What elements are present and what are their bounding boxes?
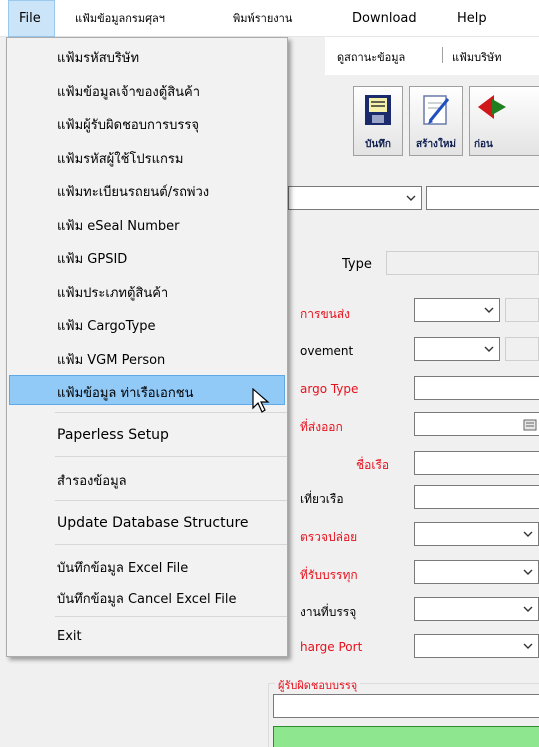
packing-responsible-field[interactable]: [273, 694, 539, 718]
packing-combo[interactable]: [414, 597, 539, 621]
menu-item-container-type[interactable]: แฟ้มประเภทตู้สินค้า: [9, 275, 285, 305]
chevron-down-icon: [523, 643, 533, 649]
group-title: ผู้รับผิดชอบบรรจุ: [275, 676, 361, 694]
status-bar: [273, 726, 539, 747]
cargo-type-field[interactable]: [414, 376, 539, 400]
menu-item-cargotype[interactable]: แฟ้ม CargoType: [9, 308, 285, 338]
menu-download[interactable]: Download: [352, 0, 417, 37]
voyage-field[interactable]: [414, 485, 539, 509]
packing-responsible-group: ผู้รับผิดชอบบรรจุ: [268, 676, 539, 747]
transport-combo[interactable]: [414, 298, 500, 322]
loading-label: ที่รับบรรทุก: [300, 568, 358, 582]
top-combo[interactable]: [288, 186, 422, 210]
new-button[interactable]: สร้างใหม่: [409, 86, 463, 156]
discharge-port-combo[interactable]: [414, 634, 539, 658]
cargo-type-label: argo Type: [300, 382, 359, 396]
menu-item-eseal-number[interactable]: แฟ้ม eSeal Number: [9, 208, 285, 238]
movement-desc-field: [505, 337, 539, 361]
main-toolbar: บันทึก สร้างใหม่ ก่อน: [325, 80, 539, 158]
menu-file[interactable]: File: [8, 0, 55, 37]
chevron-down-icon: [523, 531, 533, 537]
menu-item-container-owner[interactable]: แฟ้มข้อมูลเจ้าของตู้สินค้า: [9, 74, 285, 104]
menu-item-user-codes[interactable]: แฟ้มรหัสผู้ใช้โปรแกรม: [9, 141, 285, 171]
type-field: [386, 251, 539, 275]
chevron-down-icon: [484, 307, 494, 313]
menu-item-vehicle-registry[interactable]: แฟ้มทะเบียนรถยนต์/รถพ่วง: [9, 174, 285, 204]
status-link[interactable]: ดูสถานะข้อมูล: [337, 48, 405, 66]
chevron-down-icon: [523, 569, 533, 575]
departure-label: ที่ส่งออก: [300, 420, 343, 434]
departure-field[interactable]: [414, 412, 539, 436]
menu-item-company-codes[interactable]: แฟ้มรหัสบริษัท: [9, 40, 285, 70]
menu-item-exit[interactable]: Exit: [9, 622, 285, 652]
menu-separator: [55, 544, 287, 545]
voyage-label: เที่ยวเรือ: [300, 492, 344, 506]
menu-item-packing-responsible[interactable]: แฟ้มผู้รับผิดชอบการบรรจุ: [9, 107, 285, 137]
menu-separator: [55, 500, 287, 501]
file-menu-dropdown: แฟ้มรหัสบริษัท แฟ้มข้อมูลเจ้าของตู้สินค้…: [6, 37, 288, 657]
menu-separator: [55, 456, 287, 457]
new-document-icon: [423, 95, 450, 125]
sub-toolbar: ดูสถานะข้อมูล แฟ้มบริษัท: [325, 37, 539, 75]
top-text-field[interactable]: [426, 186, 539, 210]
company-link[interactable]: แฟ้มบริษัท: [452, 48, 502, 66]
new-label: สร้างใหม่: [415, 139, 457, 150]
packing-label: งานที่บรรจุ: [300, 605, 357, 619]
save-button[interactable]: บันทึก: [353, 86, 403, 156]
release-label: ตรวจปล่อย: [300, 530, 358, 544]
type-label: Type: [342, 257, 372, 272]
menu-item-gpsid[interactable]: แฟ้ม GPSID: [9, 241, 285, 271]
ship-name-label: ชื่อเรือ: [356, 458, 390, 472]
chevron-down-icon: [484, 346, 494, 352]
previous-label: ก่อน: [474, 139, 493, 150]
mouse-cursor-icon: [252, 388, 270, 413]
toolbar-separator: [442, 47, 443, 63]
lookup-icon[interactable]: [523, 419, 537, 431]
movement-combo[interactable]: [414, 337, 500, 361]
menu-item-vgm-person[interactable]: แฟ้ม VGM Person: [9, 342, 285, 372]
loading-combo[interactable]: [414, 560, 539, 584]
save-label: บันทึก: [365, 139, 391, 150]
menu-print-report[interactable]: พิมพ์รายงาน: [233, 0, 292, 37]
transport-label: การขนส่ง: [300, 307, 351, 321]
menu-item-backup[interactable]: สำรองข้อมูล: [9, 463, 285, 493]
menu-separator: [55, 616, 287, 617]
menu-item-save-excel[interactable]: บันทึกข้อมูล Excel File: [9, 550, 285, 580]
chevron-down-icon: [523, 606, 533, 612]
menu-customs-files[interactable]: แฟ้มข้อมูลกรมศุลฯ: [75, 0, 165, 37]
menu-item-paperless-setup[interactable]: Paperless Setup: [9, 419, 285, 449]
save-icon: [365, 95, 391, 125]
discharge-port-label: harge Port: [300, 640, 363, 654]
menu-bar: File แฟ้มข้อมูลกรมศุลฯ พิมพ์รายงาน Downl…: [0, 0, 539, 37]
chevron-down-icon: [406, 195, 416, 201]
movement-label: ovement: [300, 344, 354, 358]
menu-item-update-database[interactable]: Update Database Structure: [9, 507, 285, 537]
ship-name-field[interactable]: [414, 451, 539, 475]
transport-desc-field: [505, 298, 539, 322]
menu-item-save-cancel-excel[interactable]: บันทึกข้อมูล Cancel Excel File: [9, 581, 285, 611]
previous-icon: [478, 95, 506, 119]
release-combo[interactable]: [414, 522, 539, 546]
menu-help[interactable]: Help: [457, 0, 487, 37]
menu-item-private-port[interactable]: แฟ้มข้อมูล ท่าเรือเอกชน: [9, 375, 285, 405]
previous-button[interactable]: ก่อน: [469, 86, 539, 156]
